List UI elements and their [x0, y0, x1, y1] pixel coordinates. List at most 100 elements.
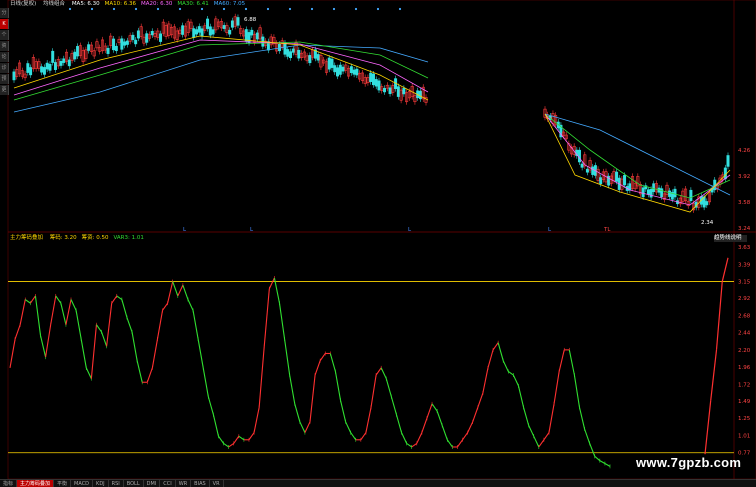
indicator-segment	[385, 378, 392, 397]
candle	[371, 73, 375, 86]
legend-bottom-item-0: 筹码: 3.20	[49, 235, 77, 241]
tab-3[interactable]: MACD	[71, 480, 94, 487]
signal-dot	[288, 7, 292, 11]
sidebar-item-7[interactable]: 更多	[0, 85, 9, 95]
chart-window: 4.26 3.92 3.58 3.24 L L L L TL 3.63 3.39 3.15 2.92 2.…	[0, 0, 756, 487]
indicator-segment	[578, 407, 586, 430]
candle	[222, 25, 226, 29]
legend-top-name: 日线(复权)	[10, 1, 37, 7]
legend-top-item-3: MA30: 6.41	[177, 1, 209, 7]
tab-0[interactable]: 指标	[0, 480, 18, 487]
legend-bottom: 主力筹码叠加 筹码: 3.20 筹资: 0.50 VAR3: 1.01	[10, 235, 154, 242]
candle	[336, 67, 340, 77]
candle	[150, 31, 154, 36]
tab-10[interactable]: BIAS	[191, 480, 210, 487]
indicator-segment	[553, 371, 560, 404]
legend-top-item-0: MA5: 6.30	[71, 1, 100, 7]
tab-6[interactable]: BOLL	[124, 480, 144, 487]
signal-dot	[244, 7, 248, 11]
indicator-segment	[294, 403, 301, 422]
indicator-segment	[223, 442, 229, 448]
indicator-segment	[197, 339, 204, 368]
tab-1[interactable]: 主力筹码叠加	[17, 480, 55, 487]
indicator-segment	[258, 346, 265, 408]
candle	[660, 188, 664, 198]
tab-7[interactable]: DMI	[144, 480, 161, 487]
indicator-segment	[517, 385, 525, 408]
sidebar-item-5[interactable]: 诊股	[0, 63, 9, 73]
y-tick-label: 1.49	[738, 399, 751, 405]
candle	[402, 87, 406, 95]
candle	[106, 47, 110, 54]
candle	[159, 33, 163, 42]
candle	[349, 66, 353, 74]
indicator-segment	[177, 284, 184, 297]
candle	[580, 163, 584, 168]
indicator-segment	[9, 339, 16, 368]
candle	[649, 188, 653, 198]
sidebar: 分时K线个股资料论坛诊股预警更多	[0, 0, 9, 168]
signal-dot	[398, 7, 402, 11]
indicator-segment	[426, 403, 433, 419]
tab-5[interactable]: RSI	[109, 480, 124, 487]
legend-top: 日线(复权) 均线组合 MA5: 6.30 MA10: 6.36 MA20: 6.3…	[10, 1, 255, 8]
indicator-segment	[319, 353, 326, 361]
tab-4[interactable]: KDJ	[93, 480, 109, 487]
indicator-segment	[19, 299, 26, 325]
signal-dot	[266, 7, 270, 11]
legend-top-item-1: MA10: 6.36	[104, 1, 137, 7]
indicator-segment	[487, 349, 494, 369]
price-axis-label: 4.26	[738, 148, 751, 154]
price-axis-label: 3.58	[738, 200, 751, 206]
indicator-segment	[65, 299, 72, 325]
indicator-segment	[289, 374, 296, 404]
signal-dot	[222, 7, 226, 11]
y-tick-label: 2.68	[738, 313, 751, 319]
tab-9[interactable]: WR	[176, 480, 192, 487]
indicator-segment	[594, 455, 601, 462]
right-top-label: 趋势线说明	[714, 235, 747, 242]
ma30-line-right	[544, 113, 731, 199]
indicator-segment	[477, 392, 484, 408]
sidebar-item-1[interactable]: K线	[0, 19, 9, 29]
candle	[45, 62, 49, 70]
indicator-segment	[329, 353, 336, 372]
signal-dot	[134, 7, 138, 11]
candle	[591, 166, 595, 175]
indicator-segment	[146, 367, 153, 383]
sidebar-item-2[interactable]: 个股	[0, 30, 9, 40]
sidebar-item-0[interactable]: 分时	[0, 8, 9, 18]
tab-11[interactable]: VR	[210, 480, 224, 487]
indicator-segment	[24, 299, 31, 304]
time-marker: TL	[603, 227, 611, 233]
indicator-segment	[192, 310, 199, 340]
indicator-segment	[446, 439, 453, 448]
indicator-segment	[284, 339, 291, 376]
sidebar-item-3[interactable]: 资料	[0, 41, 9, 51]
indicator-segment	[172, 281, 179, 297]
sidebar-item-6[interactable]: 预警	[0, 74, 9, 84]
candle	[341, 66, 345, 72]
indicator-segment	[436, 410, 443, 426]
candle	[577, 149, 581, 163]
candle	[145, 33, 149, 43]
candle	[418, 90, 422, 100]
sidebar-item-4[interactable]: 论坛	[0, 52, 9, 62]
candle	[396, 86, 400, 97]
signal-dot	[200, 7, 204, 11]
indicator-segment	[39, 335, 47, 358]
indicator-spike-segment	[704, 400, 712, 455]
candle	[615, 171, 619, 182]
y-tick-label: 3.63	[738, 245, 751, 251]
tab-8[interactable]: CCI	[160, 480, 176, 487]
indicator-segment	[29, 295, 36, 304]
indicator-segment	[156, 310, 164, 340]
tab-2[interactable]: 平衡	[54, 480, 72, 487]
indicator-segment	[365, 407, 372, 433]
candle	[136, 30, 140, 39]
indicator-segment	[95, 324, 102, 333]
indicator-segment	[441, 425, 448, 440]
indicator-segment	[131, 331, 138, 361]
candle	[255, 32, 259, 40]
price-high-label: 6.88	[244, 17, 257, 23]
